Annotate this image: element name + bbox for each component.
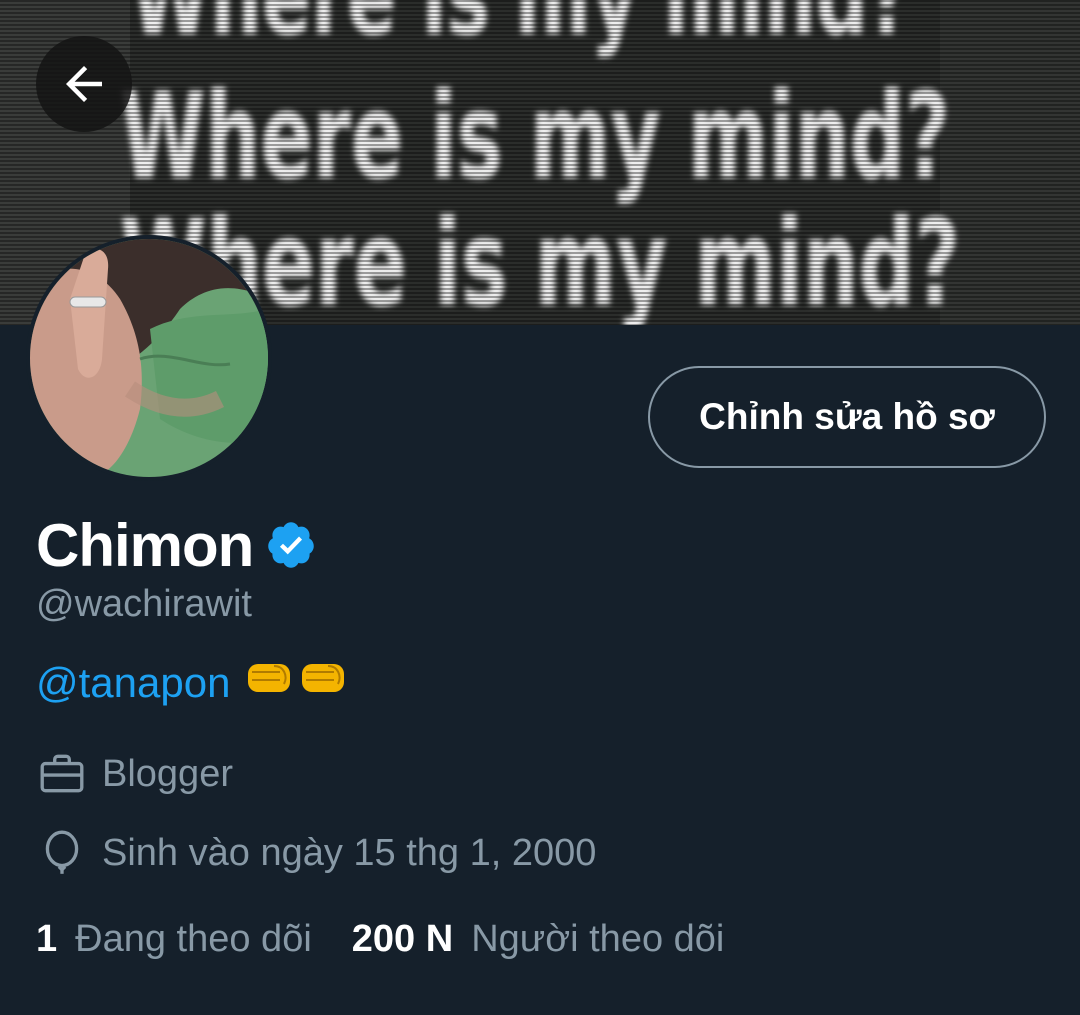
followers-stat[interactable]: 200 N Người theo dõi [352, 918, 725, 961]
edit-profile-label: Chỉnh sửa hồ sơ [699, 396, 995, 437]
edit-profile-button[interactable]: Chỉnh sửa hồ sơ [648, 366, 1046, 468]
occupation-row: Blogger [36, 748, 233, 800]
bio: @tanapon [36, 658, 348, 708]
name-row: Chimon [36, 505, 317, 585]
back-button[interactable] [36, 36, 132, 132]
following-count: 1 [36, 918, 58, 960]
display-name: Chimon [36, 511, 254, 579]
follow-stats: 1 Đang theo dõi 200 N Người theo dõi [36, 918, 724, 961]
birthday-row: Sinh vào ngày 15 thg 1, 2000 [36, 827, 596, 879]
followers-label: Người theo dõi [471, 918, 725, 960]
following-label: Đang theo dõi [75, 918, 312, 960]
fist-emoji-icon [298, 658, 348, 708]
occupation-text: Blogger [102, 752, 233, 795]
following-stat[interactable]: 1 Đang theo dõi [36, 918, 312, 961]
bio-emoji-group [244, 658, 348, 708]
user-handle: @wachirawit [36, 583, 252, 625]
briefcase-icon [36, 748, 88, 800]
verified-badge-icon [265, 519, 317, 571]
profile-screen: Where is my mind? Where is my mind? Wher… [0, 0, 1080, 1015]
fist-emoji-icon [244, 658, 294, 708]
arrow-left-icon [57, 57, 111, 111]
avatar[interactable] [26, 235, 272, 481]
balloon-icon [36, 827, 88, 879]
followers-count: 200 N [351, 918, 454, 960]
avatar-image [30, 239, 268, 477]
birthday-text: Sinh vào ngày 15 thg 1, 2000 [102, 831, 597, 874]
bio-mention-link[interactable]: @tanapon [36, 659, 230, 707]
